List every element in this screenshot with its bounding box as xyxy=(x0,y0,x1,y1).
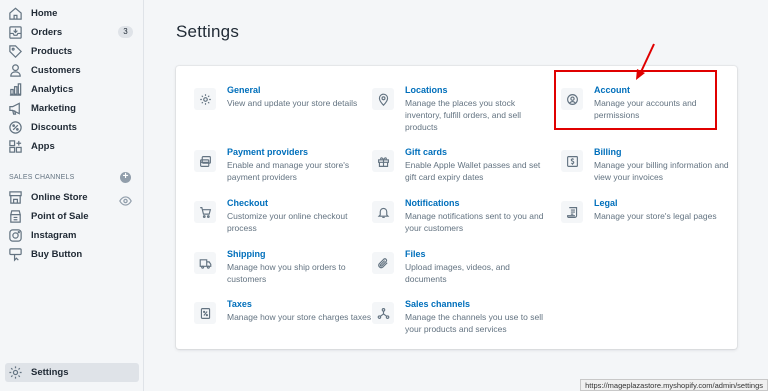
sidebar-item-buy-button[interactable]: Buy Button xyxy=(0,245,144,264)
sidebar: Home Orders 3 Products Customers Analyti… xyxy=(0,0,144,391)
sidebar-item-instagram[interactable]: Instagram xyxy=(0,226,144,245)
channels-icon xyxy=(372,302,394,324)
store-icon xyxy=(8,190,23,205)
gear-icon xyxy=(194,88,216,110)
tag-icon xyxy=(8,44,23,59)
sidebar-item-orders[interactable]: Orders 3 xyxy=(0,23,144,42)
sidebar-item-label: Customers xyxy=(31,65,81,76)
tile-title: Payment providers xyxy=(227,147,309,157)
instagram-icon xyxy=(8,228,23,243)
buy-button-icon xyxy=(8,247,23,262)
tile-title: Legal xyxy=(594,198,618,208)
tile-title: Notifications xyxy=(405,198,460,208)
sidebar-item-label: Point of Sale xyxy=(31,211,89,222)
tile-title: Files xyxy=(405,249,426,259)
legal-icon xyxy=(561,201,583,223)
tile-description: Enable and manage your store's payment p… xyxy=(227,160,350,182)
tile-description: Manage your billing information and view… xyxy=(594,160,729,182)
sidebar-item-label: Buy Button xyxy=(31,249,83,260)
eye-icon[interactable] xyxy=(119,193,132,206)
sidebar-item-label: Home xyxy=(31,8,58,19)
gear-icon xyxy=(8,365,23,380)
gift-icon xyxy=(372,150,394,172)
sidebar-item-apps[interactable]: Apps xyxy=(0,137,144,156)
megaphone-icon xyxy=(8,101,23,116)
tile-description: Upload images, videos, and documents xyxy=(405,262,510,284)
orders-count-badge: 3 xyxy=(118,26,133,38)
tile-description: Manage the places you stock inventory, f… xyxy=(405,98,522,132)
billing-icon xyxy=(561,150,583,172)
sidebar-item-customers[interactable]: Customers xyxy=(0,61,144,80)
paperclip-icon xyxy=(372,252,394,274)
tile-title: Shipping xyxy=(227,249,266,259)
tile-title: Locations xyxy=(405,85,448,95)
sidebar-item-products[interactable]: Products xyxy=(0,42,144,61)
sales-channels-heading: SALES CHANNELS xyxy=(9,174,75,181)
annotation-arrow-icon xyxy=(636,43,655,80)
sidebar-item-discounts[interactable]: Discounts xyxy=(0,118,144,137)
sidebar-item-label: Online Store xyxy=(31,192,88,203)
tile-description: Manage how you ship orders to customers xyxy=(227,262,346,284)
orders-icon xyxy=(8,25,23,40)
tile-description: Manage how your store charges taxes xyxy=(227,312,372,322)
bell-icon xyxy=(372,201,394,223)
sidebar-item-label: Analytics xyxy=(31,84,74,95)
tile-title: Sales channels xyxy=(405,299,471,309)
tile-title: Taxes xyxy=(227,299,252,309)
sidebar-item-label: Instagram xyxy=(31,230,77,241)
tile-description: Manage notifications sent to you and you… xyxy=(405,211,544,233)
customers-icon xyxy=(8,63,23,78)
cart-icon xyxy=(194,201,216,223)
sidebar-item-label: Marketing xyxy=(31,103,76,114)
sidebar-item-point-of-sale[interactable]: Point of Sale xyxy=(0,207,144,226)
add-sales-channel-button[interactable]: + xyxy=(120,172,131,183)
sidebar-item-label: Discounts xyxy=(31,122,77,133)
tile-title: Billing xyxy=(594,147,622,157)
page-title: Settings xyxy=(176,22,240,41)
status-bar-url: https://mageplazastore.myshopify.com/adm… xyxy=(580,379,768,391)
location-pin-icon xyxy=(372,88,394,110)
tile-description: Customize your online checkout process xyxy=(227,211,348,233)
sidebar-item-label: Orders xyxy=(31,27,63,38)
sidebar-item-label: Settings xyxy=(31,367,69,378)
truck-icon xyxy=(194,252,216,274)
payment-icon xyxy=(194,150,216,172)
analytics-icon xyxy=(8,82,23,97)
discount-icon xyxy=(8,120,23,135)
tile-title: General xyxy=(227,85,261,95)
sidebar-item-label: Apps xyxy=(31,141,55,152)
sidebar-item-label: Products xyxy=(31,46,73,57)
apps-icon xyxy=(8,139,23,154)
taxes-icon xyxy=(194,302,216,324)
sidebar-item-home[interactable]: Home xyxy=(0,4,144,23)
home-icon xyxy=(8,6,23,21)
sidebar-item-analytics[interactable]: Analytics xyxy=(0,80,144,99)
sidebar-item-settings[interactable]: Settings xyxy=(0,363,144,382)
tile-description: Manage the channels you use to sell your… xyxy=(405,312,543,334)
pos-icon xyxy=(8,209,23,224)
tile-description: Enable Apple Wallet passes and set gift … xyxy=(405,160,541,182)
tile-title: Gift cards xyxy=(405,147,448,157)
tile-description: View and update your store details xyxy=(227,98,358,108)
tile-title: Checkout xyxy=(227,198,269,208)
sidebar-item-marketing[interactable]: Marketing xyxy=(0,99,144,118)
tile-description: Manage your store's legal pages xyxy=(594,211,717,221)
